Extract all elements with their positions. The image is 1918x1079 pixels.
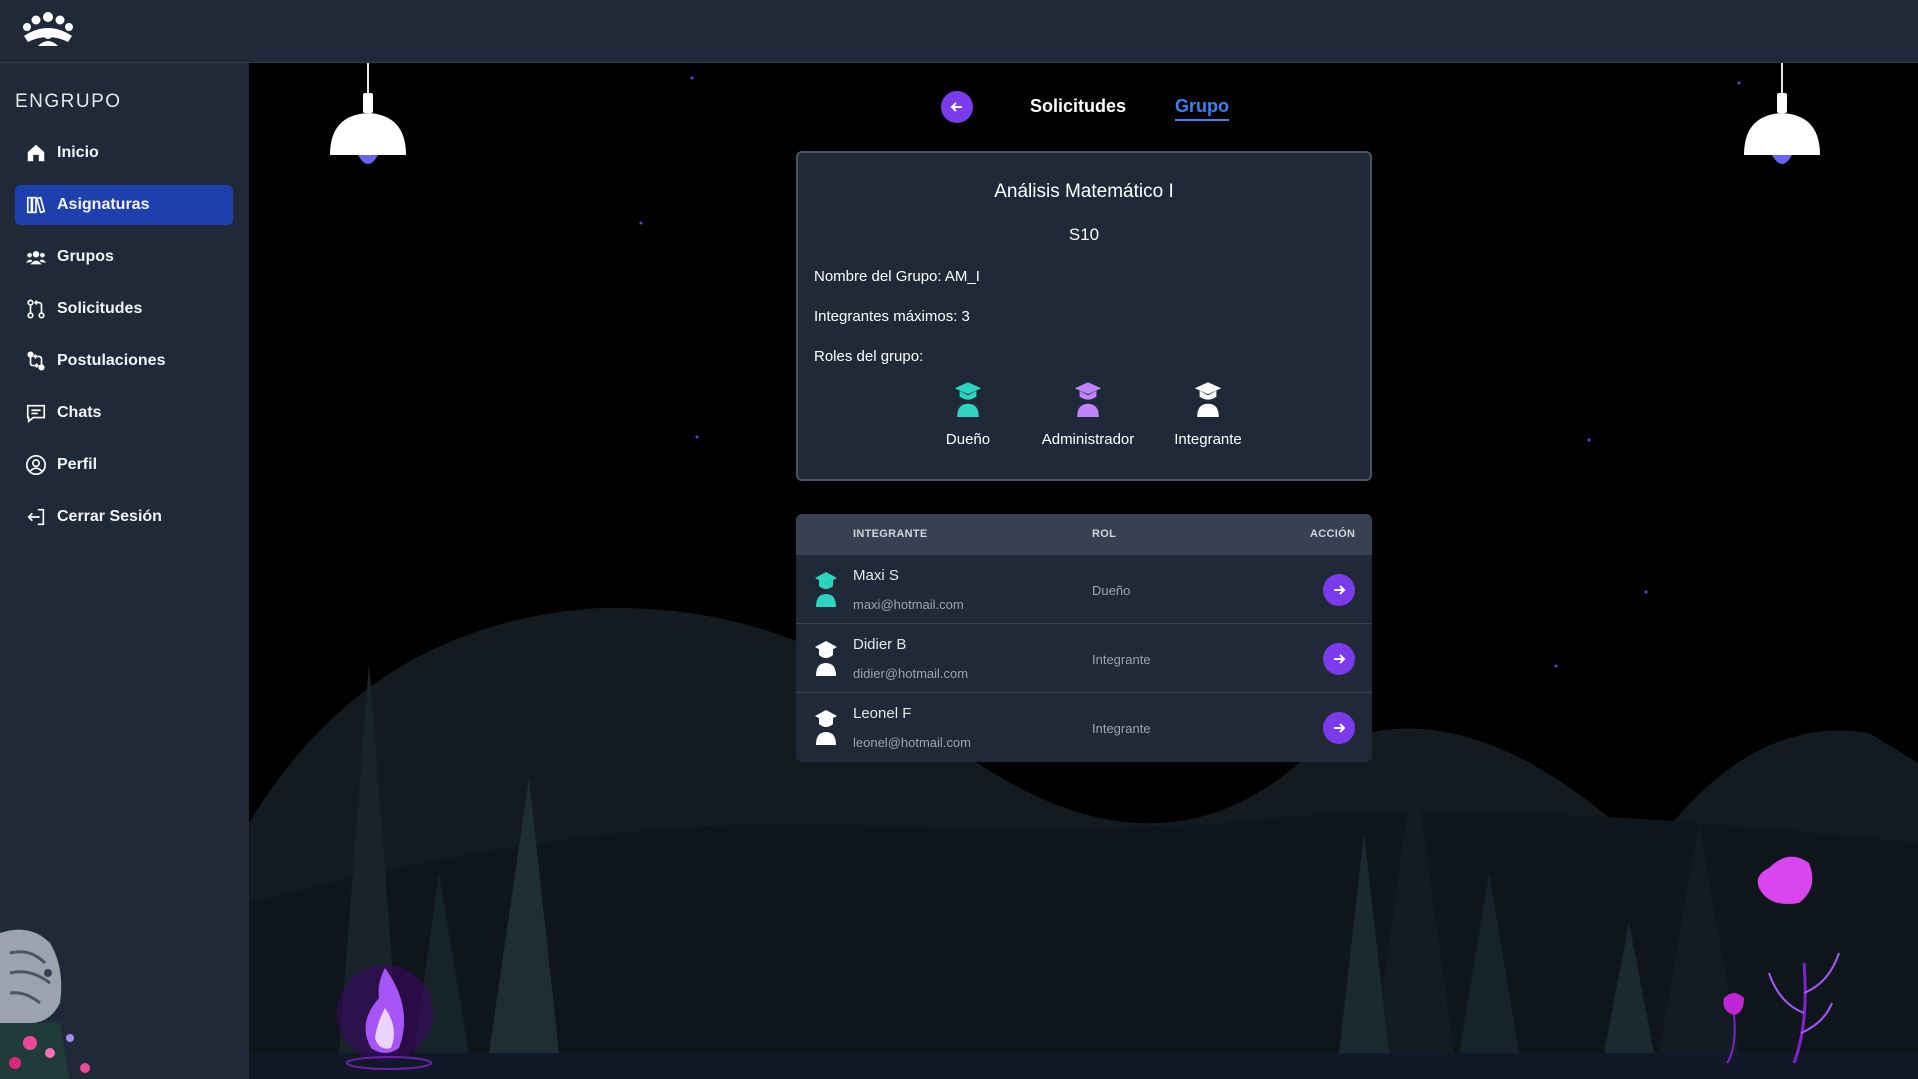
sidebar-item-label: Asignaturas [57,196,150,213]
arrow-right-icon [1334,723,1346,733]
member-name: Didier B [853,636,907,653]
group-logo-icon[interactable] [20,8,76,52]
home-icon [27,144,45,162]
header-role: ROL [1092,528,1117,540]
sidebar: ENGRUPO Inicio Asignaturas Grupos Solici… [0,63,249,1079]
robot-flowers-illustration [0,929,90,1079]
sidebar-item-label: Cerrar Sesión [57,508,162,525]
users-icon [25,251,47,265]
sidebar-item-inicio[interactable]: Inicio [15,133,233,173]
sidebar-item-label: Perfil [57,456,98,473]
git-pull-request-icon [27,299,45,319]
graduate-icon [954,382,982,417]
tab-grupo[interactable]: Grupo [1175,96,1229,121]
sidebar-item-label: Postulaciones [57,352,166,369]
role-owner-label: Dueño [945,431,991,448]
roles-legend: Dueño Administrador Integrante [908,381,1268,461]
group-code: S10 [1068,225,1100,244]
group-max-line: Integrantes máximos: 3 [814,308,970,325]
main-content: Solicitudes Grupo Análisis Matemático I … [249,63,1918,1079]
member-email: leonel@hotmail.com [853,735,971,750]
message-icon [26,404,46,423]
role-member-label: Integrante [1174,431,1242,448]
user-circle-icon [26,455,46,475]
group-info-card: Análisis Matemático I S10 Nombre del Gru… [796,151,1372,481]
role-owner: Dueño [908,381,1028,448]
view-member-button[interactable] [1323,643,1355,675]
group-roles-label: Roles del grupo: [814,348,924,365]
app-brand: ENGRUPO [15,91,122,112]
role-member: Integrante [1148,381,1268,448]
role-admin: Administrador [1028,381,1148,448]
sidebar-item-grupos[interactable]: Grupos [15,237,233,277]
table-row: Leonel F leonel@hotmail.com Integrante [796,692,1372,761]
sidebar-item-perfil[interactable]: Perfil [15,445,233,485]
members-table: INTEGRANTE ROL ACCIÓN Maxi S maxi@hotmai… [796,514,1372,762]
table-row: Maxi S maxi@hotmail.com Dueño [796,554,1372,623]
sidebar-item-label: Inicio [57,144,99,161]
member-email: maxi@hotmail.com [853,597,964,612]
header-member: INTEGRANTE [853,528,928,540]
tab-solicitudes[interactable]: Solicitudes [1030,96,1126,117]
logout-icon [27,508,45,526]
role-admin-label: Administrador [1041,431,1135,448]
member-email: didier@hotmail.com [853,666,969,681]
back-button[interactable] [941,91,973,123]
arrow-right-icon [1334,585,1346,595]
sidebar-item-label: Grupos [57,248,114,265]
graduate-icon [1074,382,1102,417]
sidebar-item-solicitudes[interactable]: Solicitudes [15,289,233,329]
graduate-icon [1194,382,1222,417]
git-compare-icon [27,351,45,371]
arrow-right-icon [1334,654,1346,664]
view-member-button[interactable] [1323,574,1355,606]
member-role: Integrante [1092,721,1151,736]
table-header: INTEGRANTE ROL ACCIÓN [796,514,1372,554]
sidebar-item-cerrar-sesion[interactable]: Cerrar Sesión [15,497,233,537]
sidebar-item-label: Chats [57,404,102,421]
graduate-icon [815,572,837,607]
member-role: Integrante [1092,652,1151,667]
arrow-left-icon [950,102,962,112]
member-role: Dueño [1092,583,1131,598]
group-name-line: Nombre del Grupo: AM_I [814,268,980,285]
view-member-button[interactable] [1323,712,1355,744]
graduate-icon [815,710,837,745]
sidebar-nav: Inicio Asignaturas Grupos Solicitudes Po… [15,133,233,549]
member-name: Leonel F [853,705,912,722]
books-icon [26,196,46,214]
table-row: Didier B didier@hotmail.com Integrante [796,623,1372,692]
sidebar-item-postulaciones[interactable]: Postulaciones [15,341,233,381]
top-bar [0,0,1918,63]
subject-title: Análisis Matemático I [994,181,1174,202]
header-action: ACCIÓN [1310,528,1356,540]
sidebar-item-asignaturas[interactable]: Asignaturas [15,185,233,225]
sidebar-item-label: Solicitudes [57,300,143,317]
graduate-icon [815,641,837,676]
member-name: Maxi S [853,567,899,584]
sidebar-item-chats[interactable]: Chats [15,393,233,433]
section-tabs: Solicitudes Grupo [249,88,1918,128]
